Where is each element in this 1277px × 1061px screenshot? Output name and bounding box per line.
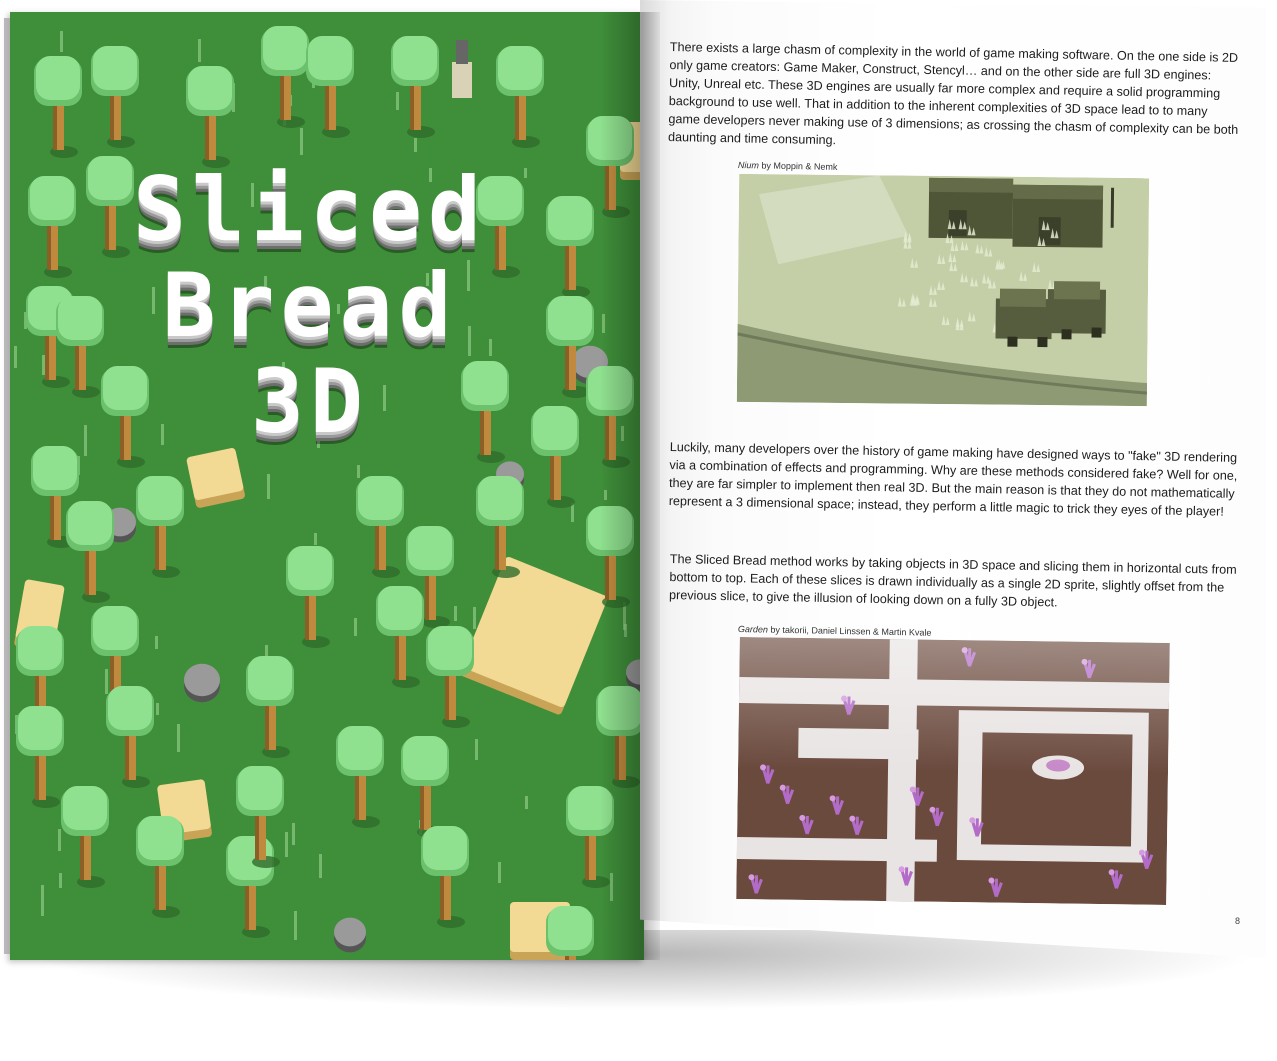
left-page-cover-art: Sliced Bread 3D	[10, 12, 644, 960]
sliced-bread-title: Sliced Bread 3D	[10, 162, 610, 450]
article-paragraph-3: The Sliced Bread method works by taking …	[669, 551, 1237, 610]
forest-illustration	[10, 12, 644, 960]
title-line-1: Sliced	[133, 158, 487, 261]
magazine-spread: Sliced Bread 3D There exists a large cha…	[0, 0, 1277, 1061]
article-paragraph-2: Luckily, many developers over the histor…	[668, 439, 1238, 519]
figure-2-caption: Garden by takorii, Daniel Linssen & Mart…	[738, 624, 932, 638]
garden-illustration	[736, 637, 1170, 905]
title-line-3: 3D	[251, 350, 369, 453]
page-number: 8	[1235, 916, 1241, 926]
figure-1-caption: Nium by Moppin & Nemk	[738, 160, 838, 172]
title-line-2: Bread	[162, 254, 458, 357]
figure-1-credit: by Moppin & Nemk	[758, 160, 838, 172]
nium-screenshot	[736, 173, 1150, 407]
nium-illustration	[736, 173, 1150, 407]
garden-screenshot	[736, 637, 1170, 905]
article-paragraph-1: There exists a large chasm of complexity…	[667, 39, 1239, 148]
right-page-article: There exists a large chasm of complexity…	[640, 0, 1266, 958]
figure-1-title: Nium	[737, 160, 760, 171]
figure-2-title: Garden	[737, 624, 769, 635]
figure-2-credit: by takorii, Daniel Linssen & Martin Kval…	[767, 624, 932, 638]
